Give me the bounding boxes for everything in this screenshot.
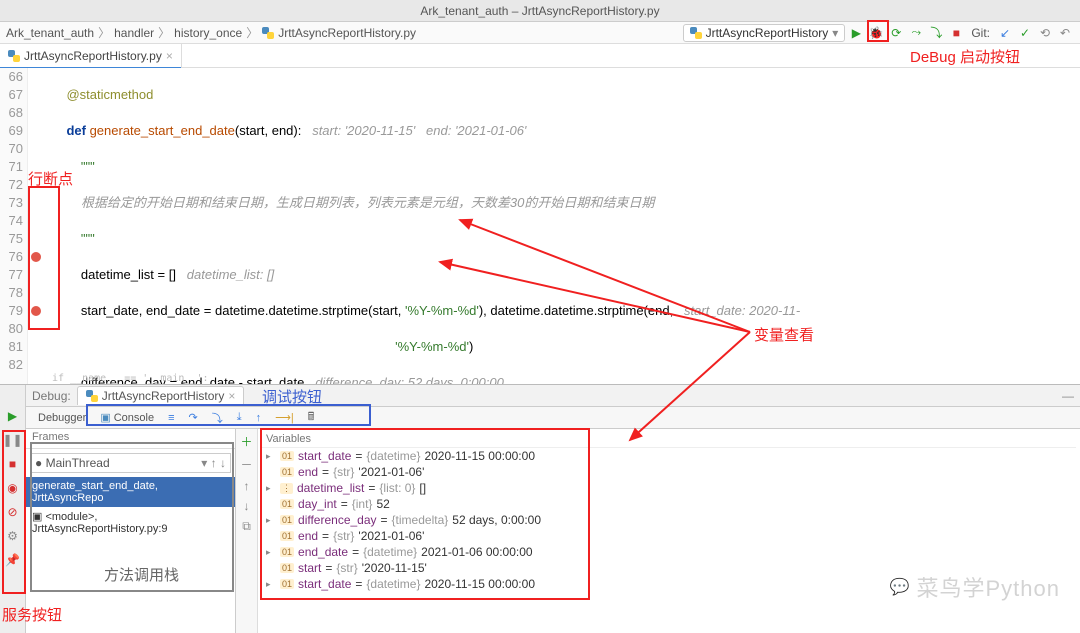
git-history-icon[interactable]: ⟲ <box>1036 24 1054 42</box>
resume-icon[interactable]: ▶ <box>6 409 20 423</box>
coverage-button[interactable]: ⟳ <box>887 24 905 42</box>
stop-button[interactable]: ■ <box>947 24 965 42</box>
up-icon[interactable]: ↑ <box>244 479 250 493</box>
breadcrumb: Ark_tenant_auth〉 handler〉 history_once〉 … <box>0 22 1080 44</box>
anno-box-debug-btn <box>867 20 889 42</box>
remove-watch-icon[interactable]: － <box>240 456 252 473</box>
crumb-3[interactable]: JrttAsyncReportHistory.py <box>278 26 416 40</box>
anno-text-bp: 行断点 <box>28 168 73 189</box>
git-update-icon[interactable]: ↙ <box>996 24 1014 42</box>
anno-box-debug-toolbar <box>86 404 371 426</box>
debugger-tab[interactable]: Debugger <box>32 411 92 425</box>
python-debug-icon <box>86 390 98 402</box>
minimize-icon[interactable]: — <box>1062 389 1074 403</box>
code-editor[interactable]: 666768 697071 727374 757677 787980 8182 … <box>0 68 1080 384</box>
dim-code: if __name__ == '__main__': <box>52 373 209 384</box>
anno-text-svc: 服务按钮 <box>2 604 62 625</box>
anno-text-dbgbtn: 调试按钮 <box>262 386 322 407</box>
add-watch-icon[interactable]: ＋ <box>240 433 252 450</box>
tab-file[interactable]: JrttAsyncReportHistory.py × <box>0 44 182 68</box>
crumb-1[interactable]: handler <box>114 26 154 40</box>
python-tab-icon <box>8 50 20 62</box>
debug-tab[interactable]: JrttAsyncReportHistory × <box>77 386 245 405</box>
copy-icon[interactable]: ⧉ <box>242 519 251 534</box>
anno-box-vars <box>260 428 590 600</box>
close-tab-icon[interactable]: × <box>166 49 173 63</box>
python-run-icon <box>690 27 702 39</box>
git-revert-icon[interactable]: ↶ <box>1056 24 1074 42</box>
watermark: 💬菜鸟学Python <box>890 571 1060 603</box>
anno-box-svc <box>2 430 26 594</box>
crumb-2[interactable]: history_once <box>174 26 242 40</box>
code-area[interactable]: @staticmethod def generate_start_end_dat… <box>44 68 1080 384</box>
debug-header: Debug: <box>32 389 71 403</box>
python-file-icon <box>262 27 274 39</box>
close-icon[interactable]: × <box>228 389 235 403</box>
crumb-0[interactable]: Ark_tenant_auth <box>6 26 94 40</box>
anno-text-stack: 方法调用栈 <box>104 564 179 585</box>
anno-box-breakpoints <box>28 186 60 330</box>
attach-button[interactable]: ⤵ <box>927 24 945 42</box>
run-config-select[interactable]: JrttAsyncReportHistory▾ <box>683 24 846 42</box>
git-label: Git: <box>971 26 990 40</box>
window-title: Ark_tenant_auth – JrttAsyncReportHistory… <box>0 0 1080 22</box>
line-gutter: 666768 697071 727374 757677 787980 8182 <box>0 68 28 384</box>
run-button[interactable]: ▶ <box>847 24 865 42</box>
git-commit-icon[interactable]: ✓ <box>1016 24 1034 42</box>
anno-text-var: 变量查看 <box>754 324 814 345</box>
anno-text-debug: DeBug 启动按钮 <box>910 46 1020 67</box>
down-icon[interactable]: ↓ <box>244 499 250 513</box>
profile-button[interactable]: ⤳ <box>907 24 925 42</box>
